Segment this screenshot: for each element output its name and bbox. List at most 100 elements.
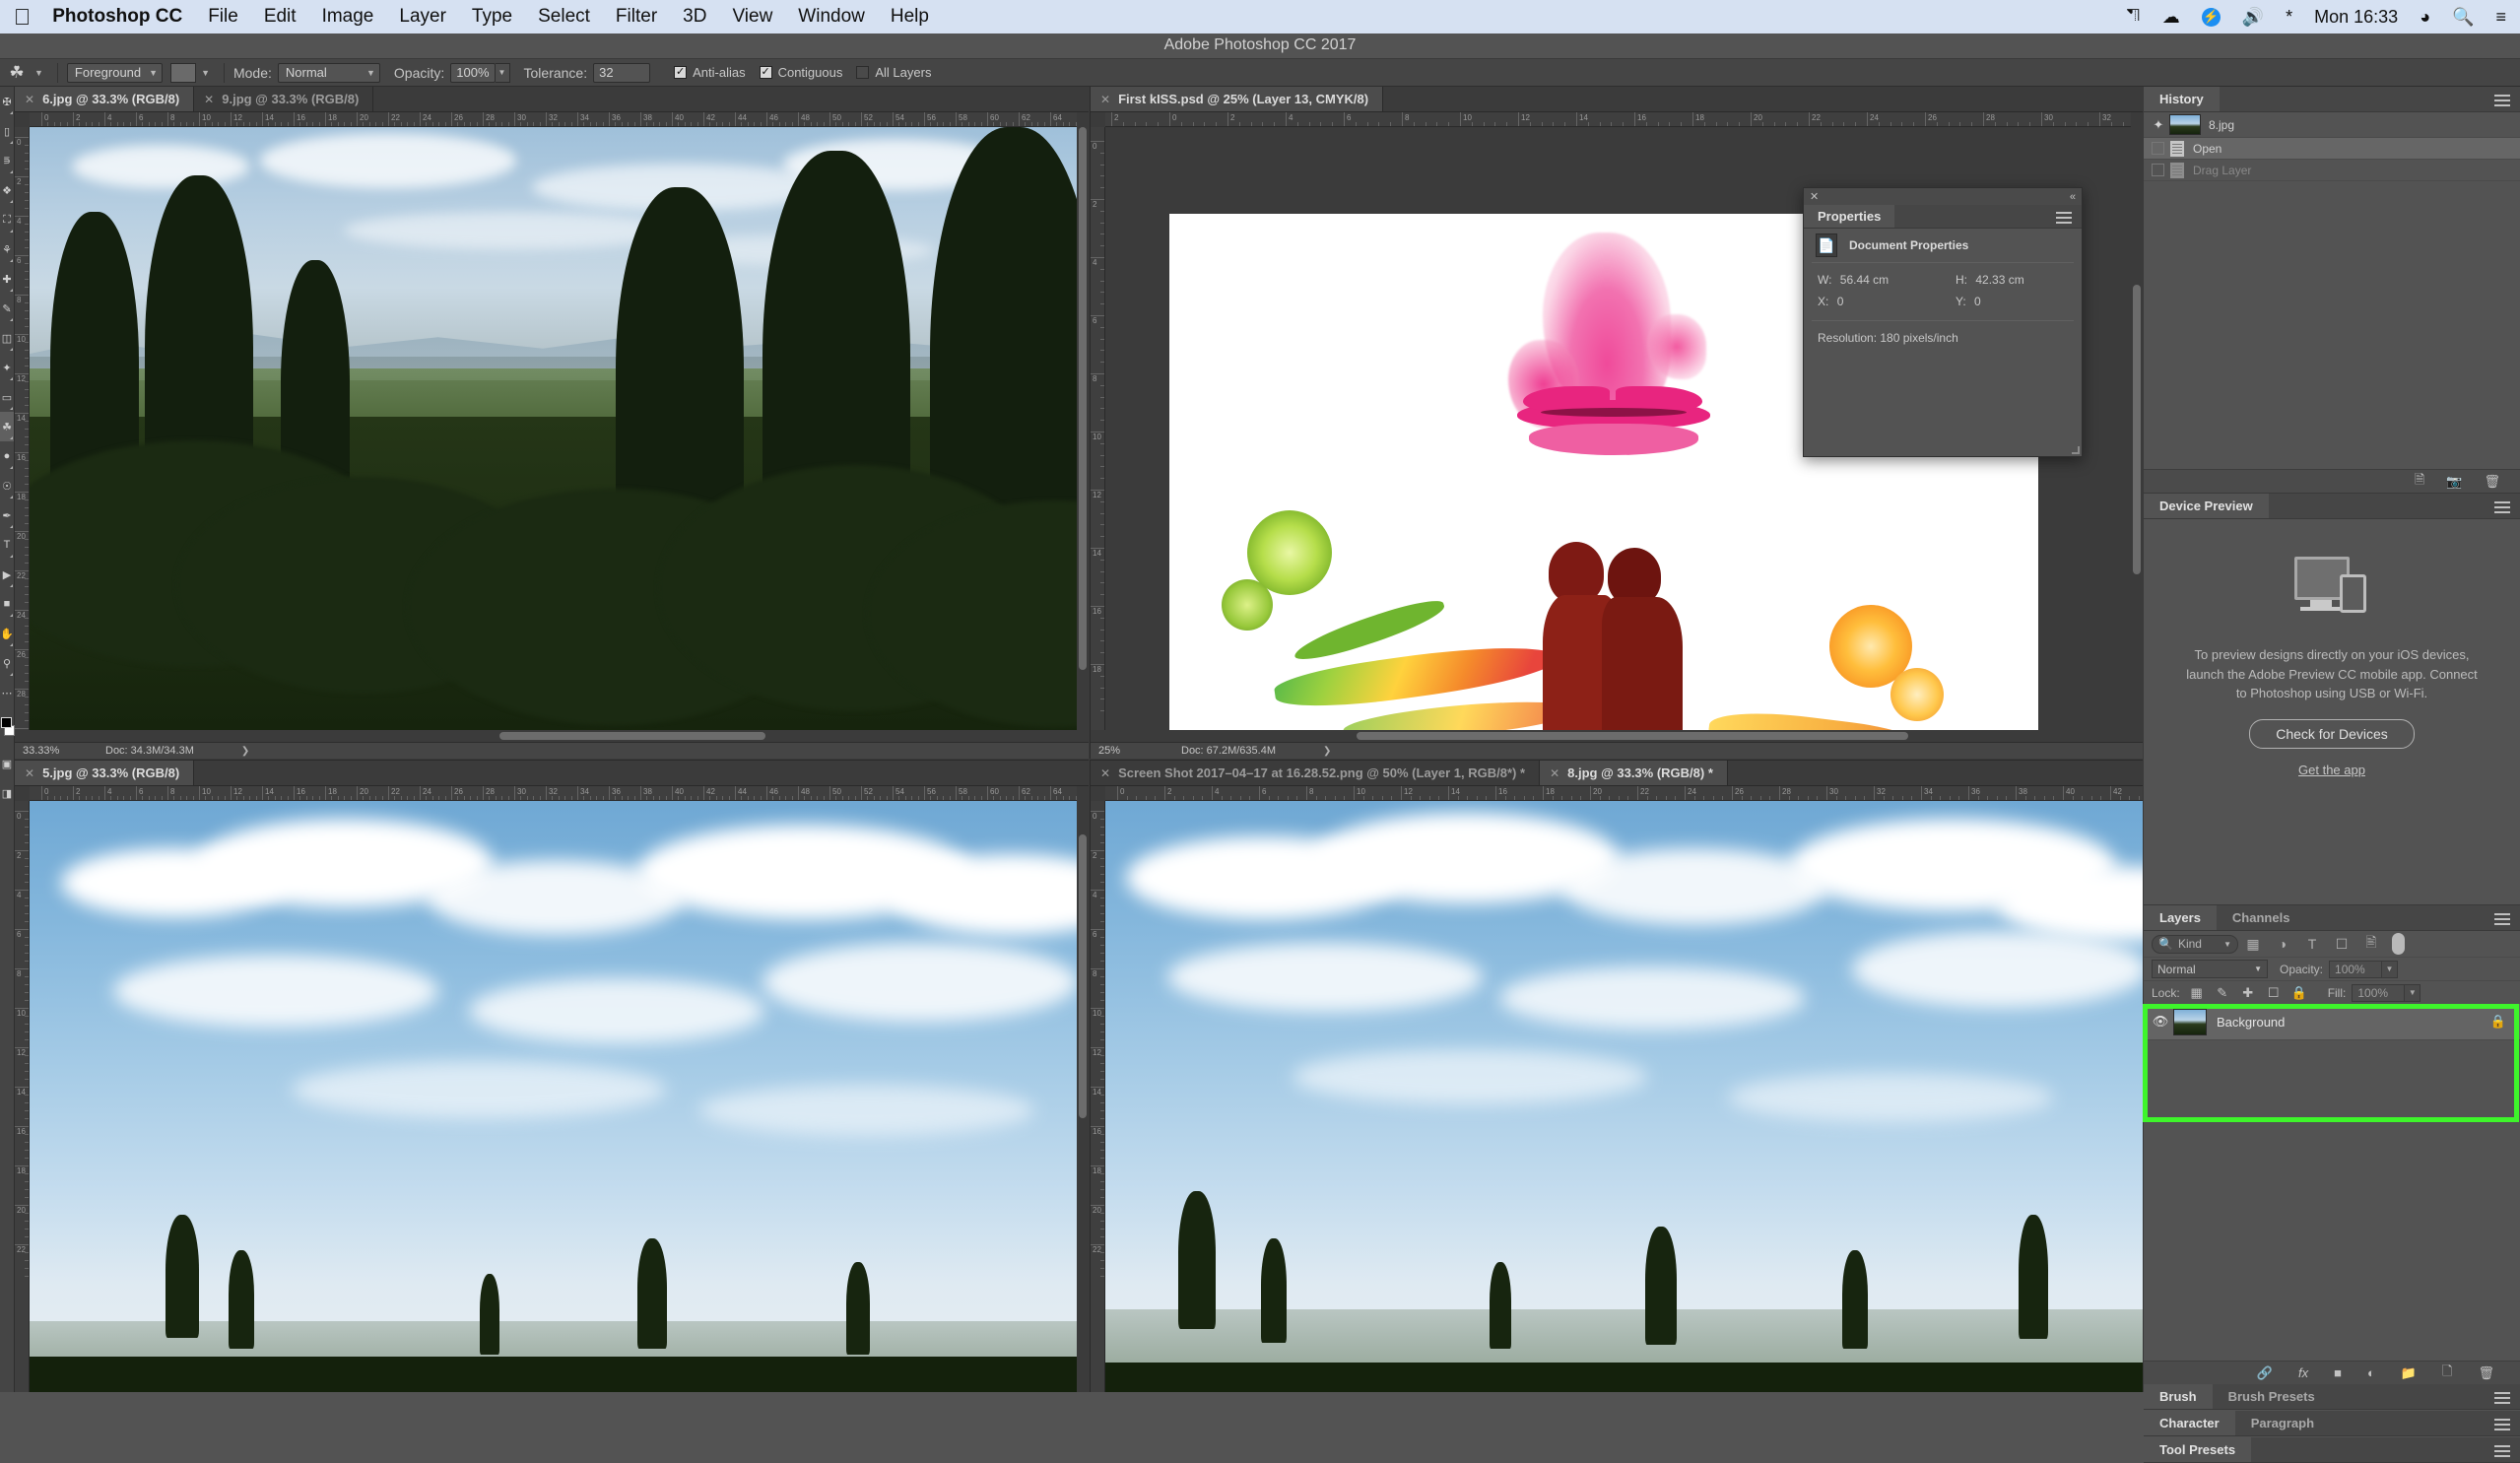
document-tab-screenshot-png[interactable]: ✕ Screen Shot 2017–04–17 at 16.28.52.png… [1091, 761, 1540, 785]
history-state-drag-layer[interactable]: Drag Layer [2144, 160, 2520, 181]
width-field[interactable]: W: 56.44 cm [1818, 273, 1956, 287]
menu-window[interactable]: Window [798, 6, 865, 28]
height-field[interactable]: H: 42.33 cm [1956, 273, 2024, 287]
y-field[interactable]: Y: 0 [1956, 295, 1981, 308]
tolerance-input[interactable]: 32 [593, 63, 650, 83]
shape-tool[interactable]: ■ [0, 589, 14, 619]
zoom-level[interactable]: 25% [1091, 745, 1152, 757]
canvas-horizontal-scrollbar[interactable] [1091, 730, 2128, 742]
do-not-disturb-icon[interactable]: ⛠ [2127, 5, 2141, 29]
foreground-color-swatch[interactable] [1, 717, 12, 728]
close-icon[interactable]: ✕ [1100, 766, 1110, 780]
canvas-6jpg[interactable] [30, 127, 1077, 730]
panel-menu-icon[interactable] [2494, 1419, 2510, 1433]
menu-3d[interactable]: 3D [683, 6, 706, 28]
menu-layer[interactable]: Layer [399, 6, 446, 28]
smart-object-filter-icon[interactable]: 🖹 [2356, 932, 2386, 956]
panel-menu-icon[interactable] [2494, 1392, 2510, 1407]
history-brush-source-checkbox[interactable] [2152, 142, 2164, 155]
new-snapshot-icon[interactable]: 📷 [2446, 474, 2462, 490]
history-snapshot-row[interactable]: ✦ 8.jpg [2144, 112, 2520, 138]
status-chevron-right-icon[interactable]: ❯ [1323, 746, 1331, 757]
eraser-tool[interactable]: ▭ [0, 382, 14, 412]
pattern-swatch[interactable] [170, 63, 196, 83]
menu-edit[interactable]: Edit [264, 6, 297, 28]
horizontal-ruler[interactable]: 024681012141618202224262830323436384042 [1105, 786, 2143, 801]
anti-alias-checkbox[interactable]: ✓ Anti-alias [674, 65, 745, 80]
tab-layers[interactable]: Layers [2144, 905, 2217, 930]
creative-cloud-icon[interactable]: ☁ [2162, 7, 2180, 28]
tab-history[interactable]: History [2144, 87, 2220, 111]
menu-select[interactable]: Select [538, 6, 590, 28]
canvas-5jpg[interactable] [30, 801, 1077, 1392]
layer-style-fx-icon[interactable]: fx [2298, 1365, 2308, 1380]
pixel-filter-icon[interactable]: ▦ [2238, 936, 2268, 953]
history-brush-source-checkbox[interactable] [2152, 164, 2164, 176]
canvas-horizontal-scrollbar[interactable] [15, 730, 1074, 742]
document-tab-first-kiss-psd[interactable]: ✕ First kISS.psd @ 25% (Layer 13, CMYK/8… [1091, 87, 1383, 111]
contiguous-checkbox[interactable]: ✓ Contiguous [760, 65, 843, 80]
dodge-tool[interactable]: ☉ [0, 471, 14, 500]
marquee-tool[interactable]: ▯ [0, 116, 14, 146]
horizontal-ruler[interactable]: 0246810121416182022242628303234363840424… [30, 112, 1077, 127]
paint-bucket-icon[interactable]: ☘ [4, 62, 30, 84]
edit-toolbar-button[interactable]: ⋯ [0, 678, 14, 707]
delete-layer-icon[interactable]: 🗑 [2478, 1365, 2494, 1381]
blur-tool[interactable]: ● [0, 441, 14, 471]
search-icon[interactable]: 🔍 [2452, 7, 2474, 28]
canvas-8jpg[interactable] [1105, 801, 2143, 1392]
vertical-ruler[interactable]: 024681012141618202224262830 [15, 127, 30, 730]
opacity-input[interactable]: 100% [450, 63, 495, 83]
close-icon[interactable]: ✕ [1550, 766, 1559, 780]
healing-brush-tool[interactable]: ✚ [0, 264, 14, 294]
quick-mask-toggle[interactable]: ▣ [0, 749, 14, 778]
panel-menu-icon[interactable] [2494, 501, 2510, 516]
clock[interactable]: Mon 16:33 [2314, 7, 2398, 28]
tab-paragraph[interactable]: Paragraph [2235, 1411, 2330, 1435]
lock-icon[interactable]: 🔒 [2490, 1014, 2506, 1030]
paint-bucket-tool[interactable]: ☘ [0, 412, 14, 441]
adjustment-layer-icon[interactable]: ◐ [2367, 1365, 2375, 1380]
canvas-vertical-scrollbar[interactable] [2131, 127, 2143, 730]
lock-all-icon[interactable]: 🔒 [2287, 985, 2312, 1001]
active-app-name[interactable]: Photoshop CC [52, 6, 182, 28]
tab-brush[interactable]: Brush [2144, 1384, 2213, 1409]
layer-fill-input[interactable]: 100% [2352, 984, 2405, 1002]
tab-properties[interactable]: Properties [1804, 205, 1894, 228]
tab-character[interactable]: Character [2144, 1411, 2235, 1435]
tool-preset-chevron-down-icon[interactable]: ▼ [34, 68, 43, 78]
fill-source-select[interactable]: Foreground ▼ [67, 63, 163, 83]
horizontal-ruler[interactable]: 0246810121416182022242628303234363840424… [30, 786, 1077, 801]
document-tab-5jpg[interactable]: ✕ 5.jpg @ 33.3% (RGB/8) [15, 761, 194, 785]
clone-stamp-tool[interactable]: ◫ [0, 323, 14, 353]
close-icon[interactable]: ✕ [25, 93, 34, 106]
crop-tool[interactable]: ⛶ [0, 205, 14, 234]
apple-icon[interactable]:  [14, 6, 31, 29]
panel-menu-icon[interactable] [2494, 913, 2510, 928]
lock-artboard-icon[interactable]: ☐ [2261, 985, 2287, 1001]
lasso-tool[interactable]: ⋾ [0, 146, 14, 175]
vertical-ruler[interactable]: 0246810121416182022 [1091, 801, 1105, 1392]
tab-tool-presets[interactable]: Tool Presets [2144, 1437, 2251, 1462]
menu-filter[interactable]: Filter [616, 6, 657, 28]
move-tool[interactable]: ✠ [0, 87, 14, 116]
shape-filter-icon[interactable]: ☐ [2327, 936, 2356, 953]
menu-help[interactable]: Help [891, 6, 929, 28]
zoom-level[interactable]: 33.33% [15, 745, 76, 757]
vertical-ruler[interactable]: 0246810121416182022 [15, 801, 30, 1392]
layer-mask-icon[interactable]: ■ [2334, 1365, 2342, 1380]
layer-opacity-input[interactable]: 100% [2329, 961, 2382, 978]
close-icon[interactable]: ✕ [25, 766, 34, 780]
hand-tool[interactable]: ✋ [0, 619, 14, 648]
canvas-vertical-scrollbar[interactable] [1077, 801, 1089, 1392]
panel-menu-icon[interactable] [2494, 95, 2510, 109]
document-tab-9jpg[interactable]: ✕ 9.jpg @ 33.3% (RGB/8) [194, 87, 373, 111]
control-center-icon[interactable]: ≡ [2495, 7, 2506, 28]
layer-row-background[interactable]: 👁 Background 🔒 [2144, 1004, 2520, 1040]
bluetooth-icon[interactable]: * [2286, 7, 2292, 28]
eyedropper-tool[interactable]: ⚘ [0, 234, 14, 264]
eye-icon[interactable]: 👁 [2148, 1014, 2173, 1030]
layer-name[interactable]: Background [2217, 1015, 2285, 1030]
menu-view[interactable]: View [732, 6, 772, 28]
horizontal-ruler[interactable]: 202468101214161820222426283032 [1105, 112, 2131, 127]
